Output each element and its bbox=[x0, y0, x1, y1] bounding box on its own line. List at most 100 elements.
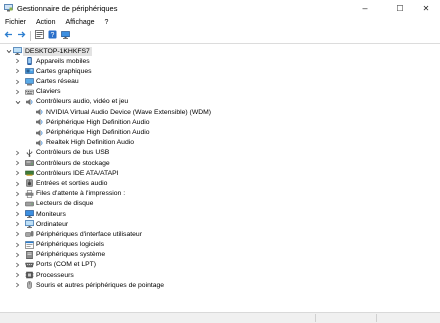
chevron-right-icon[interactable] bbox=[14, 270, 21, 280]
chevron-right-icon[interactable] bbox=[14, 179, 21, 189]
tree-category-node[interactable]: Appareils mobiles bbox=[0, 56, 440, 66]
tree-category-node[interactable]: Claviers bbox=[0, 87, 440, 97]
toolbar: ? bbox=[0, 29, 440, 42]
chevron-right-icon[interactable] bbox=[14, 229, 21, 239]
disk-drive-icon bbox=[25, 200, 34, 208]
title-bar[interactable]: Gestionnaire de périphériques – ☐ ✕ bbox=[0, 0, 440, 16]
audio-icon bbox=[25, 98, 34, 106]
tree-node-label: Périphériques d'interface utilisateur bbox=[36, 230, 142, 238]
chevron-right-icon[interactable] bbox=[14, 240, 21, 250]
close-button[interactable]: ✕ bbox=[412, 0, 440, 16]
chevron-right-icon[interactable] bbox=[14, 77, 21, 87]
chevron-right-icon[interactable] bbox=[14, 56, 21, 66]
audio-icon bbox=[35, 139, 44, 147]
chevron-down-icon[interactable] bbox=[5, 46, 12, 56]
tree-root-node[interactable]: DESKTOP-1KHKFS7 bbox=[0, 46, 440, 56]
speaker-icon bbox=[25, 179, 34, 188]
status-segment bbox=[376, 314, 440, 322]
status-bar bbox=[0, 312, 440, 323]
tree-node-label: Périphériques logiciels bbox=[36, 241, 105, 249]
tree-category-node[interactable]: Contrôleurs de bus USB bbox=[0, 148, 440, 158]
chevron-right-icon[interactable] bbox=[14, 199, 21, 209]
minimize-button[interactable]: – bbox=[350, 0, 380, 16]
tree-node-label: Moniteurs bbox=[36, 210, 66, 218]
tree-node-label: Périphérique High Definition Audio bbox=[46, 129, 150, 136]
chevron-right-icon[interactable] bbox=[14, 260, 21, 270]
monitor-icon bbox=[25, 210, 34, 218]
arrow-left-icon bbox=[4, 31, 13, 40]
chevron-right-icon[interactable] bbox=[14, 87, 21, 97]
tree-node-label: Contrôleurs de stockage bbox=[36, 159, 110, 167]
tree-category-node[interactable]: Ordinateur bbox=[0, 219, 440, 229]
tree-device-node[interactable]: Périphérique High Definition Audio bbox=[0, 128, 440, 138]
tree-node-label: Lecteurs de disque bbox=[36, 200, 94, 208]
tree-node-label: Contrôleurs audio, vidéo et jeu bbox=[36, 98, 129, 106]
tree-category-node[interactable]: Périphériques système bbox=[0, 250, 440, 260]
menu-action[interactable]: Action bbox=[31, 18, 60, 27]
tree-device-node[interactable]: NVIDIA Virtual Audio Device (Wave Extens… bbox=[0, 107, 440, 117]
device-tree: DESKTOP-1KHKFS7 Appareils mobiles Cartes g… bbox=[0, 46, 440, 291]
tree-node-label: Contrôleurs IDE ATA/ATAPI bbox=[36, 169, 119, 177]
menu-fichier[interactable]: Fichier bbox=[0, 18, 31, 27]
tree-category-node[interactable]: Processeurs bbox=[0, 270, 440, 280]
device-manager-icon bbox=[4, 4, 13, 12]
tree-category-node[interactable]: Contrôleurs de stockage bbox=[0, 158, 440, 168]
tree-node-label: Contrôleurs de bus USB bbox=[36, 149, 110, 157]
tree-category-node[interactable]: Lecteurs de disque bbox=[0, 199, 440, 209]
menu-help[interactable]: ? bbox=[100, 18, 114, 27]
forward-button[interactable] bbox=[16, 30, 27, 41]
usb-icon bbox=[25, 149, 34, 157]
tree-category-node[interactable]: Souris et autres périphériques de pointa… bbox=[0, 280, 440, 290]
help-icon: ? bbox=[48, 30, 57, 41]
tree-category-node[interactable]: Files d'attente à l'impression : bbox=[0, 189, 440, 199]
tree-node-label: Claviers bbox=[36, 88, 61, 96]
maximize-button[interactable]: ☐ bbox=[385, 0, 415, 16]
hid-icon bbox=[25, 230, 34, 238]
chevron-right-icon[interactable] bbox=[14, 250, 21, 260]
back-button[interactable] bbox=[3, 30, 14, 41]
tree-category-node[interactable]: Périphériques logiciels bbox=[0, 240, 440, 250]
printer-icon bbox=[25, 189, 34, 198]
mobile-device-icon bbox=[25, 57, 34, 66]
menu-affichage[interactable]: Affichage bbox=[60, 18, 99, 27]
tree-category-node[interactable]: Périphériques d'interface utilisateur bbox=[0, 229, 440, 239]
tree-node-label: Ports (COM et LPT) bbox=[36, 261, 97, 269]
tree-category-node[interactable]: Cartes réseau bbox=[0, 77, 440, 87]
audio-icon bbox=[35, 129, 44, 137]
chevron-right-icon[interactable] bbox=[14, 168, 21, 178]
properties-icon bbox=[35, 30, 44, 41]
tree-node-label: Ordinateur bbox=[36, 220, 69, 228]
ide-controller-icon bbox=[25, 169, 34, 177]
chevron-right-icon[interactable] bbox=[14, 66, 21, 76]
chevron-down-icon[interactable] bbox=[14, 97, 21, 107]
computer-icon bbox=[25, 220, 34, 228]
tree-category-node[interactable]: Cartes graphiques bbox=[0, 66, 440, 76]
chevron-right-icon[interactable] bbox=[14, 158, 21, 168]
scan-hardware-button[interactable] bbox=[60, 30, 71, 41]
chevron-right-icon[interactable] bbox=[14, 280, 21, 290]
tree-category-node[interactable]: Ports (COM et LPT) bbox=[0, 260, 440, 270]
tree-node-label: Files d'attente à l'impression : bbox=[36, 190, 126, 198]
window-title: Gestionnaire de périphériques bbox=[17, 4, 118, 13]
help-button[interactable]: ? bbox=[47, 30, 58, 41]
tree-category-node[interactable]: Contrôleurs audio, vidéo et jeu bbox=[0, 97, 440, 107]
tree-node-label: Processeurs bbox=[36, 271, 74, 279]
chevron-right-icon[interactable] bbox=[14, 209, 21, 219]
tree-node-label: Périphérique High Definition Audio bbox=[46, 118, 150, 126]
tree-device-node[interactable]: Périphérique High Definition Audio bbox=[0, 117, 440, 127]
chevron-right-icon[interactable] bbox=[14, 219, 21, 229]
tree-node-label: Périphériques système bbox=[36, 251, 106, 259]
tree-device-node[interactable]: Realtek High Definition Audio bbox=[0, 138, 440, 148]
properties-button[interactable] bbox=[34, 30, 45, 41]
tree-category-node[interactable]: Entrées et sorties audio bbox=[0, 178, 440, 188]
tree-category-node[interactable]: Moniteurs bbox=[0, 209, 440, 219]
chevron-right-icon[interactable] bbox=[14, 189, 21, 199]
device-tree-panel[interactable]: DESKTOP-1KHKFS7 Appareils mobiles Cartes g… bbox=[0, 43, 440, 313]
toolbar-separator bbox=[30, 30, 31, 41]
audio-icon bbox=[35, 118, 44, 126]
tree-node-label: Appareils mobiles bbox=[36, 57, 90, 65]
tree-category-node[interactable]: Contrôleurs IDE ATA/ATAPI bbox=[0, 168, 440, 178]
port-icon bbox=[25, 261, 34, 269]
network-adapter-icon bbox=[25, 77, 34, 86]
chevron-right-icon[interactable] bbox=[14, 148, 21, 158]
